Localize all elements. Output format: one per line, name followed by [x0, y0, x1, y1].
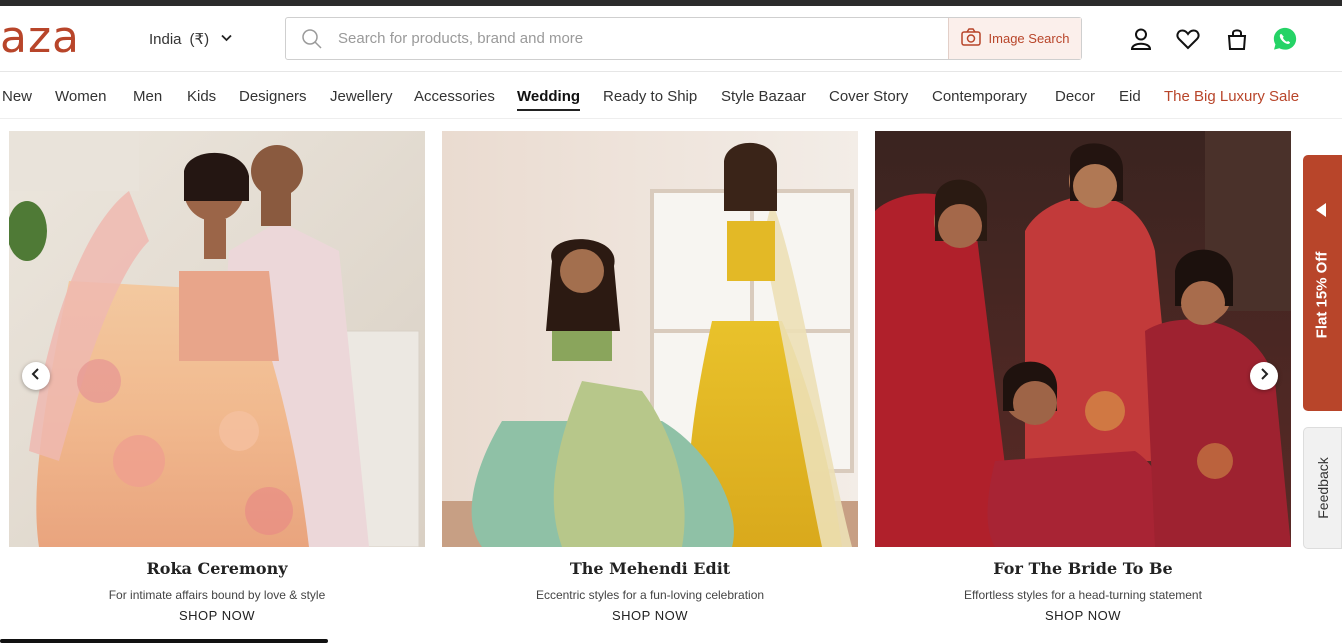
shop-now-link[interactable]: SHOP NOW — [875, 608, 1291, 623]
bottom-progress-bar — [0, 639, 328, 643]
card-description: Effortless styles for a head-turning sta… — [964, 588, 1202, 602]
country-selector[interactable]: India (₹) — [149, 30, 232, 48]
collection-card-bride[interactable]: For The Bride To Be Effortless styles fo… — [875, 131, 1291, 623]
nav-item-ready-to-ship[interactable]: Ready to Ship — [603, 88, 697, 105]
nav-item-women[interactable]: Women — [55, 88, 106, 105]
search-input[interactable] — [338, 18, 948, 59]
collection-card-mehendi[interactable]: The Mehendi Edit Eccentric styles for a … — [442, 131, 858, 623]
heart-icon[interactable] — [1175, 26, 1201, 52]
site-header: aza India (₹) Image Search — [0, 6, 1342, 72]
nav-item-jewellery[interactable]: Jewellery — [330, 88, 393, 105]
search-icon[interactable] — [286, 18, 338, 59]
chevron-right-icon — [1259, 367, 1269, 385]
nav-item-decor[interactable]: Decor — [1055, 88, 1095, 105]
nav-item-wedding[interactable]: Wedding — [517, 88, 581, 111]
nav-item-kids[interactable]: Kids — [187, 88, 216, 105]
user-icon[interactable] — [1128, 26, 1154, 52]
nav-item-eid[interactable]: Eid — [1119, 88, 1141, 105]
card-description: Eccentric styles for a fun-loving celebr… — [535, 588, 765, 602]
whatsapp-icon[interactable] — [1272, 26, 1298, 52]
currency-label: (₹) — [189, 31, 210, 48]
country-label: India — [149, 30, 182, 48]
shop-now-link[interactable]: SHOP NOW — [442, 608, 858, 623]
chevron-left-icon — [31, 367, 41, 385]
nav-item-new[interactable]: New — [2, 88, 32, 105]
chevron-down-icon — [221, 33, 232, 45]
bride-to-be-image[interactable] — [875, 131, 1291, 547]
card-title[interactable]: For The Bride To Be — [875, 559, 1291, 578]
camera-icon — [960, 28, 981, 49]
feedback-side-tab[interactable]: Feedback — [1303, 427, 1342, 549]
brand-logo[interactable]: aza — [0, 14, 80, 62]
carousel-prev-button[interactable] — [22, 362, 50, 390]
nav-item-big-luxury-sale[interactable]: The Big Luxury Sale — [1164, 88, 1299, 105]
card-title[interactable]: Roka Ceremony — [9, 559, 425, 578]
image-search-label: Image Search — [988, 31, 1070, 46]
caret-left-icon — [1316, 203, 1326, 217]
nav-item-designers[interactable]: Designers — [239, 88, 307, 105]
search-bar: Image Search — [285, 17, 1082, 60]
nav-item-accessories[interactable]: Accessories — [414, 88, 495, 105]
image-search-button[interactable]: Image Search — [948, 18, 1081, 59]
offer-side-tab[interactable]: Flat 15% Off — [1303, 155, 1342, 411]
carousel-next-button[interactable] — [1250, 362, 1278, 390]
collection-card-roka[interactable]: Roka Ceremony For intimate affairs bound… — [9, 131, 425, 623]
card-title[interactable]: The Mehendi Edit — [442, 559, 858, 578]
nav-item-style-bazaar[interactable]: Style Bazaar — [721, 88, 806, 105]
mehendi-edit-image[interactable] — [442, 131, 858, 547]
nav-item-cover-story[interactable]: Cover Story — [829, 88, 908, 105]
card-description: For intimate affairs bound by love & sty… — [108, 588, 326, 602]
roka-ceremony-image[interactable] — [9, 131, 425, 547]
bag-icon[interactable] — [1224, 26, 1250, 52]
nav-item-contemporary[interactable]: Contemporary — [932, 88, 1027, 105]
main-nav: New Women Men Kids Designers Jewellery A… — [0, 73, 1342, 119]
nav-item-men[interactable]: Men — [133, 88, 162, 105]
offer-label: Flat 15% Off — [1313, 251, 1331, 339]
shop-now-link[interactable]: SHOP NOW — [9, 608, 425, 623]
feedback-label: Feedback — [1315, 457, 1331, 519]
